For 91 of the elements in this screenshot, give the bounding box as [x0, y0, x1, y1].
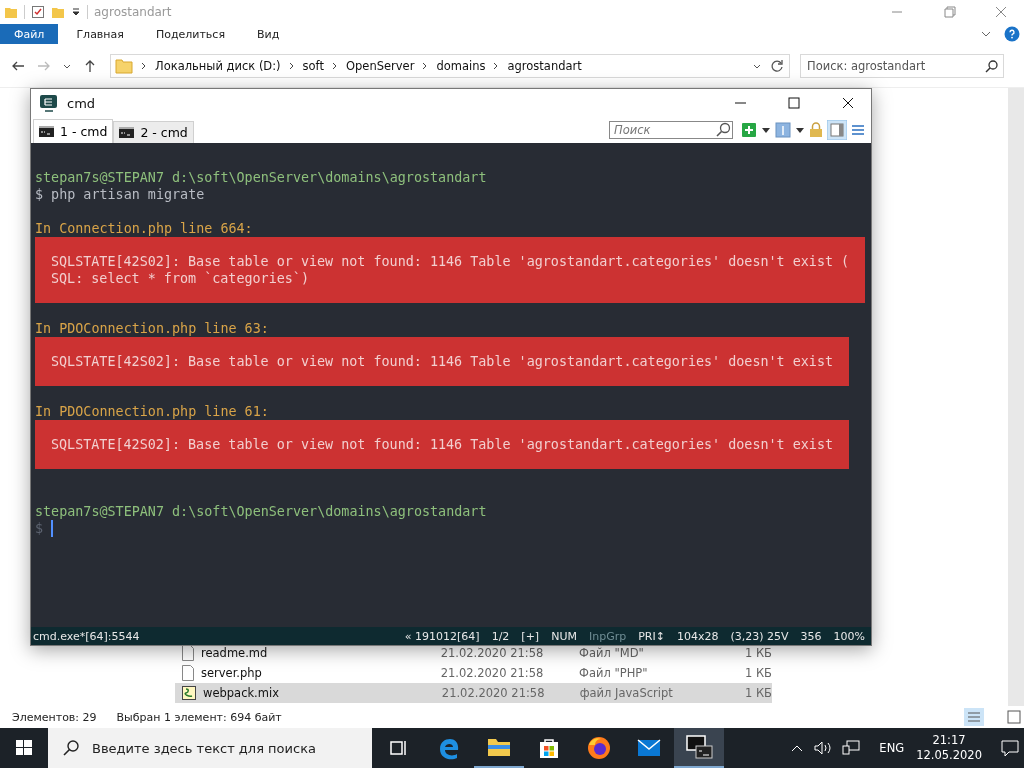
file-name: webpack.mix	[203, 686, 280, 700]
address-bar[interactable]: Локальный диск (D:) soft OpenServer domains agrostandart	[110, 53, 790, 78]
file-type: Файл "MD"	[579, 646, 645, 660]
file-name: readme.md	[201, 646, 269, 660]
file-row[interactable]: webpack.mix 21.02.2020 21:58 файл JavaScript 1 КБ	[175, 683, 772, 703]
file-name: server.php	[201, 666, 263, 680]
console-icon	[39, 126, 54, 137]
breadcrumb[interactable]: soft	[302, 58, 324, 73]
process-label: cmd.exe*[64]:5544	[33, 629, 140, 643]
console-tab[interactable]: 2 - cmd	[113, 121, 194, 143]
console-tab[interactable]: 1 - cmd	[33, 119, 114, 143]
window-title: agrostandart	[94, 5, 172, 19]
taskbar-search-field[interactable]: Введите здесь текст для поиска	[48, 728, 372, 768]
search-icon	[715, 122, 731, 138]
status-item: 1/2	[491, 629, 510, 643]
clock[interactable]: 21:17 12.05.2020	[916, 733, 982, 763]
taskbar-app[interactable]	[674, 728, 724, 768]
chevron-right-icon[interactable]	[331, 60, 339, 71]
error-message: SQLSTATE[42S02]: Base table or view not found: 1146 Table 'agrostandart.categories' doesn't exist (	[51, 253, 850, 270]
status-item: 100%	[833, 629, 865, 643]
ribbon-tab[interactable]: Главная	[62, 24, 138, 44]
panel-toggle-icon[interactable]	[827, 120, 847, 140]
file-row[interactable]: readme.md 21.02.2020 21:58 Файл "MD" 1 КБ	[175, 643, 772, 663]
file-date: 21.02.2020 21:58	[441, 686, 546, 700]
mail-envelope-icon	[637, 739, 661, 757]
chevron-right-icon[interactable]	[287, 60, 296, 71]
status-item: InpGrp	[588, 629, 627, 643]
chevron-right-icon[interactable]	[140, 60, 148, 71]
script-file-icon	[181, 685, 197, 701]
network-icon[interactable]	[841, 740, 862, 756]
properties-icon[interactable]	[31, 5, 45, 19]
error-message: SQL: select * from `categories`)	[51, 270, 310, 287]
folder-icon	[487, 736, 511, 758]
clock-date: 12.05.2020	[916, 748, 982, 763]
window-title: cmd	[67, 95, 96, 111]
speaker-icon[interactable]	[813, 740, 834, 756]
status-item: 356	[800, 629, 822, 643]
ribbon-tab[interactable]: Файл	[0, 24, 59, 44]
breadcrumb[interactable]: OpenServer	[346, 58, 415, 73]
error-location: In Connection.php line 664:	[35, 220, 254, 237]
file-icon	[181, 665, 195, 681]
help-icon[interactable]	[1004, 26, 1020, 42]
error-message: SQLSTATE[42S02]: Base table or view not found: 1146 Table 'agrostandart.categories' doesn't exist	[51, 353, 833, 370]
search-icon	[985, 58, 999, 73]
breadcrumb[interactable]: Локальный диск (D:)	[155, 58, 281, 73]
notification-icon[interactable]	[1000, 739, 1020, 757]
menu-icon[interactable]	[851, 123, 865, 137]
edge-browser-icon	[437, 736, 461, 760]
status-item: NUM	[551, 629, 577, 643]
status-item: PRI↕	[638, 629, 665, 643]
dropdown-icon[interactable]	[761, 126, 771, 134]
console-icon	[119, 127, 135, 138]
clock-time: 21:17	[932, 733, 966, 748]
file-size: 1 КБ	[743, 646, 772, 660]
dropdown-icon[interactable]	[795, 126, 805, 134]
console-icon	[685, 734, 713, 760]
ribbon-tab[interactable]: Вид	[243, 24, 294, 44]
refresh-icon[interactable]	[769, 57, 785, 74]
file-type: Файл "PHP"	[579, 666, 649, 680]
search-field[interactable]: Поиск	[609, 121, 733, 139]
language-indicator[interactable]: ENG	[879, 741, 905, 755]
command-line: $ php artisan migrate	[35, 186, 206, 203]
status-item: [+]	[521, 629, 540, 643]
error-location: In PDOConnection.php line 63:	[35, 320, 270, 337]
status-item: (3,23) 25V	[730, 629, 789, 643]
prompt-line: stepan7s@STEPAN7 d:\soft\OpenServer\domains\agrostandart	[35, 503, 488, 520]
tiles-view-icon[interactable]	[1004, 708, 1024, 726]
status-item: 104x28	[676, 629, 719, 643]
dropdown-icon[interactable]	[71, 7, 81, 17]
error-location: In PDOConnection.php line 61:	[35, 403, 270, 420]
breadcrumb[interactable]: agrostandart	[507, 58, 582, 73]
file-row[interactable]: server.php 21.02.2020 21:58 Файл "PHP" 1 КБ	[175, 663, 772, 683]
firefox-browser-icon	[587, 736, 611, 760]
status-text: Выбран 1 элемент: 694 байт	[116, 710, 282, 724]
file-type: файл JavaScript	[579, 686, 674, 700]
text-cursor	[51, 520, 54, 537]
file-date: 21.02.2020 21:58	[440, 666, 545, 680]
search-icon	[62, 739, 80, 757]
prompt-symbol: $	[35, 520, 44, 537]
breadcrumb[interactable]: domains	[436, 58, 486, 73]
folder-icon	[115, 57, 133, 74]
file-date: 21.02.2020 21:58	[440, 646, 545, 660]
console-icon	[39, 94, 59, 112]
prompt-line: stepan7s@STEPAN7 d:\soft\OpenServer\domains\agrostandart	[35, 169, 488, 186]
file-size: 1 КБ	[743, 686, 772, 700]
error-message: SQLSTATE[42S02]: Base table or view not found: 1146 Table 'agrostandart.categories' doesn't exist	[51, 436, 833, 453]
shopping-bag-icon	[537, 736, 561, 760]
status-text: Элементов: 29	[12, 710, 97, 724]
ribbon-tab[interactable]: Поделиться	[141, 24, 240, 44]
status-item: « 191012[64]	[404, 629, 480, 643]
file-size: 1 КБ	[743, 666, 772, 680]
